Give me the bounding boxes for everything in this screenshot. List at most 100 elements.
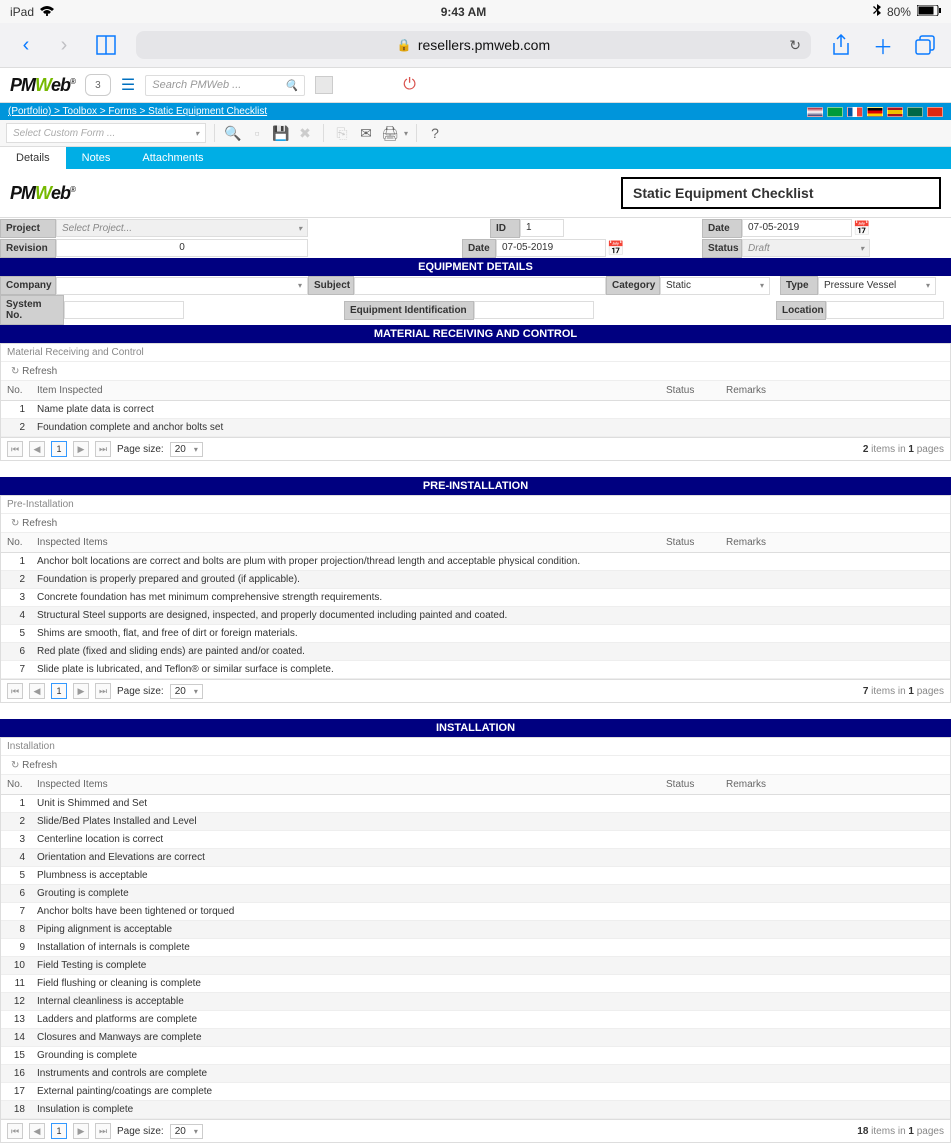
cell-status[interactable] xyxy=(660,553,720,571)
cell-status[interactable] xyxy=(660,795,720,813)
cell-status[interactable] xyxy=(660,625,720,643)
grid-quick-icon[interactable] xyxy=(315,76,333,94)
cell-remarks[interactable] xyxy=(720,921,950,939)
table-row[interactable]: 8Piping alignment is acceptable xyxy=(1,921,950,939)
save-icon[interactable]: 💾 xyxy=(271,123,291,143)
cell-remarks[interactable] xyxy=(720,1065,950,1083)
bookmarks-icon[interactable] xyxy=(94,33,118,57)
tab-notes[interactable]: Notes xyxy=(66,147,127,169)
pager-page[interactable]: 1 xyxy=(51,1123,67,1139)
cell-remarks[interactable] xyxy=(720,993,950,1011)
table-row[interactable]: 6Grouting is complete xyxy=(1,885,950,903)
cell-status[interactable] xyxy=(660,885,720,903)
copy-icon[interactable]: ⎘ xyxy=(332,123,352,143)
pager-prev[interactable]: ◀ xyxy=(29,441,45,457)
email-icon[interactable]: ✉ xyxy=(356,123,376,143)
calendar-icon[interactable]: 📅 xyxy=(852,218,872,238)
category-select[interactable]: Static▾ xyxy=(660,277,770,295)
table-row[interactable]: 3Concrete foundation has met minimum com… xyxy=(1,589,950,607)
pager-first[interactable]: ⏮ xyxy=(7,683,23,699)
share-icon[interactable] xyxy=(829,33,853,57)
tabs-icon[interactable] xyxy=(913,33,937,57)
cell-remarks[interactable] xyxy=(720,607,950,625)
cell-status[interactable] xyxy=(660,643,720,661)
page-size-select[interactable]: 20▾ xyxy=(170,684,203,699)
page-size-select[interactable]: 20▾ xyxy=(170,442,203,457)
type-select[interactable]: Pressure Vessel▾ xyxy=(818,277,936,295)
cell-remarks[interactable] xyxy=(720,661,950,679)
pager-last[interactable]: ⏭ xyxy=(95,441,111,457)
cell-remarks[interactable] xyxy=(720,957,950,975)
cell-status[interactable] xyxy=(660,401,720,419)
table-row[interactable]: 18Insulation is complete xyxy=(1,1101,950,1119)
cell-remarks[interactable] xyxy=(720,939,950,957)
pager-page[interactable]: 1 xyxy=(51,683,67,699)
url-bar[interactable]: 🔒 resellers.pmweb.com ↻ xyxy=(136,31,811,59)
cell-remarks[interactable] xyxy=(720,401,950,419)
tab-details[interactable]: Details xyxy=(0,147,66,169)
cell-status[interactable] xyxy=(660,921,720,939)
cell-status[interactable] xyxy=(660,957,720,975)
search-input[interactable]: Search PMWeb ... 🔍 xyxy=(145,75,305,96)
cell-status[interactable] xyxy=(660,607,720,625)
cell-status[interactable] xyxy=(660,1011,720,1029)
status-select[interactable]: Draft▾ xyxy=(742,239,870,257)
table-row[interactable]: 9Installation of internals is complete xyxy=(1,939,950,957)
table-row[interactable]: 2Foundation is properly prepared and gro… xyxy=(1,571,950,589)
breadcrumb[interactable]: (Portfolio) > Toolbox > Forms > Static E… xyxy=(8,106,267,117)
new-icon[interactable]: ▫ xyxy=(247,123,267,143)
cell-remarks[interactable] xyxy=(720,419,950,437)
cell-status[interactable] xyxy=(660,1065,720,1083)
menu-icon[interactable]: ☰ xyxy=(121,75,135,95)
cell-remarks[interactable] xyxy=(720,625,950,643)
cell-remarks[interactable] xyxy=(720,553,950,571)
table-row[interactable]: 12Internal cleanliness is acceptable xyxy=(1,993,950,1011)
power-icon[interactable]: ⏻ xyxy=(403,76,416,94)
table-row[interactable]: 1Anchor bolt locations are correct and b… xyxy=(1,553,950,571)
table-row[interactable]: 3Centerline location is correct xyxy=(1,831,950,849)
table-row[interactable]: 10Field Testing is complete xyxy=(1,957,950,975)
table-row[interactable]: 7Slide plate is lubricated, and Teflon® … xyxy=(1,661,950,679)
tab-attachments[interactable]: Attachments xyxy=(126,147,219,169)
cell-remarks[interactable] xyxy=(720,975,950,993)
cell-status[interactable] xyxy=(660,831,720,849)
pager-page[interactable]: 1 xyxy=(51,441,67,457)
table-row[interactable]: 5Shims are smooth, flat, and free of dir… xyxy=(1,625,950,643)
flag-cn[interactable] xyxy=(927,107,943,117)
new-tab-icon[interactable]: ＋ xyxy=(871,33,895,57)
cell-status[interactable] xyxy=(660,867,720,885)
refresh-button[interactable]: Refresh xyxy=(11,518,57,529)
back-icon[interactable]: ‹ xyxy=(14,33,38,57)
cell-remarks[interactable] xyxy=(720,903,950,921)
custom-form-select[interactable]: Select Custom Form ... ▾ xyxy=(6,123,206,143)
cell-status[interactable] xyxy=(660,975,720,993)
cell-remarks[interactable] xyxy=(720,1029,950,1047)
forward-icon[interactable]: › xyxy=(52,33,76,57)
pager-first[interactable]: ⏮ xyxy=(7,441,23,457)
date2-field[interactable]: 07-05-2019 xyxy=(496,239,606,257)
table-row[interactable]: 15Grounding is complete xyxy=(1,1047,950,1065)
cell-status[interactable] xyxy=(660,849,720,867)
cell-remarks[interactable] xyxy=(720,643,950,661)
table-row[interactable]: 13Ladders and platforms are complete xyxy=(1,1011,950,1029)
subject-field[interactable] xyxy=(354,277,606,295)
pager-next[interactable]: ▶ xyxy=(73,441,89,457)
location-field[interactable] xyxy=(826,301,944,319)
cell-remarks[interactable] xyxy=(720,589,950,607)
pager-last[interactable]: ⏭ xyxy=(95,683,111,699)
cell-status[interactable] xyxy=(660,571,720,589)
reload-icon[interactable]: ↻ xyxy=(789,37,801,54)
pager-next[interactable]: ▶ xyxy=(73,683,89,699)
id-field[interactable]: 1 xyxy=(520,219,564,237)
cell-remarks[interactable] xyxy=(720,1083,950,1101)
cell-status[interactable] xyxy=(660,661,720,679)
flag-us[interactable] xyxy=(807,107,823,117)
pager-prev[interactable]: ◀ xyxy=(29,683,45,699)
cell-remarks[interactable] xyxy=(720,867,950,885)
table-row[interactable]: 5Plumbness is acceptable xyxy=(1,867,950,885)
cell-remarks[interactable] xyxy=(720,831,950,849)
table-row[interactable]: 7Anchor bolts have been tightened or tor… xyxy=(1,903,950,921)
page-size-select[interactable]: 20▾ xyxy=(170,1124,203,1139)
cell-status[interactable] xyxy=(660,939,720,957)
cell-status[interactable] xyxy=(660,1047,720,1065)
